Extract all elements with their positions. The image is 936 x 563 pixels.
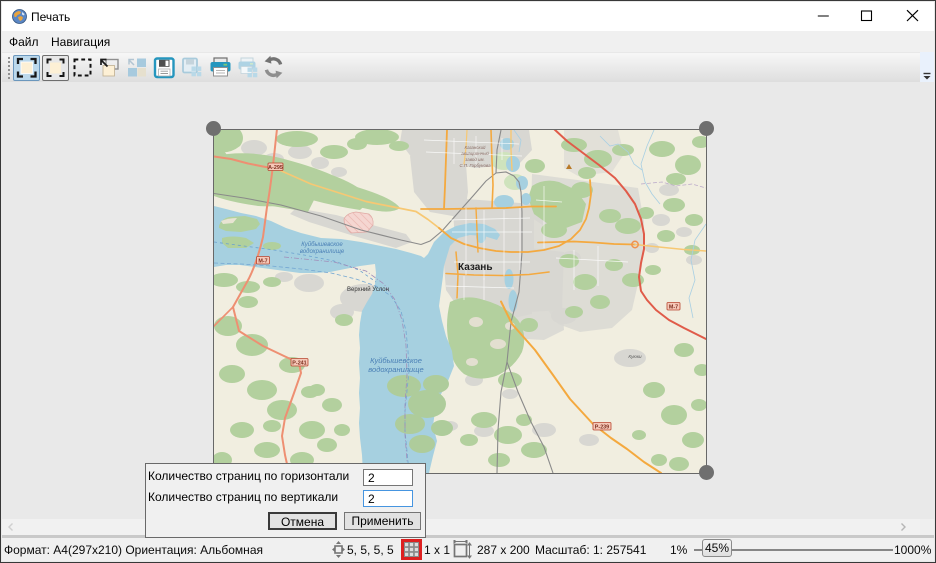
svg-text:Р-241: Р-241: [292, 360, 306, 366]
svg-text:Казанский: Казанский: [465, 145, 486, 150]
svg-text:водохранилище: водохранилище: [368, 365, 423, 374]
svg-text:водохранилище: водохранилище: [300, 249, 345, 255]
svg-text:Куйбышевское: Куйбышевское: [301, 241, 343, 248]
svg-text:С.П. Горбунова: С.П. Горбунова: [459, 163, 491, 168]
svg-text:М-7: М-7: [669, 304, 678, 310]
svg-text:авиационный: авиационный: [461, 151, 489, 156]
svg-text:Куюки: Куюки: [628, 354, 642, 359]
svg-text:Р-239: Р-239: [595, 424, 609, 430]
svg-text:Верхний Услон: Верхний Услон: [347, 286, 389, 293]
svg-text:завод им.: завод им.: [464, 157, 484, 162]
svg-text:Казань: Казань: [458, 262, 493, 273]
svg-text:М-7: М-7: [258, 258, 267, 264]
svg-text:Куйбышевское: Куйбышевское: [370, 356, 422, 365]
svg-text:А-295: А-295: [268, 165, 283, 171]
